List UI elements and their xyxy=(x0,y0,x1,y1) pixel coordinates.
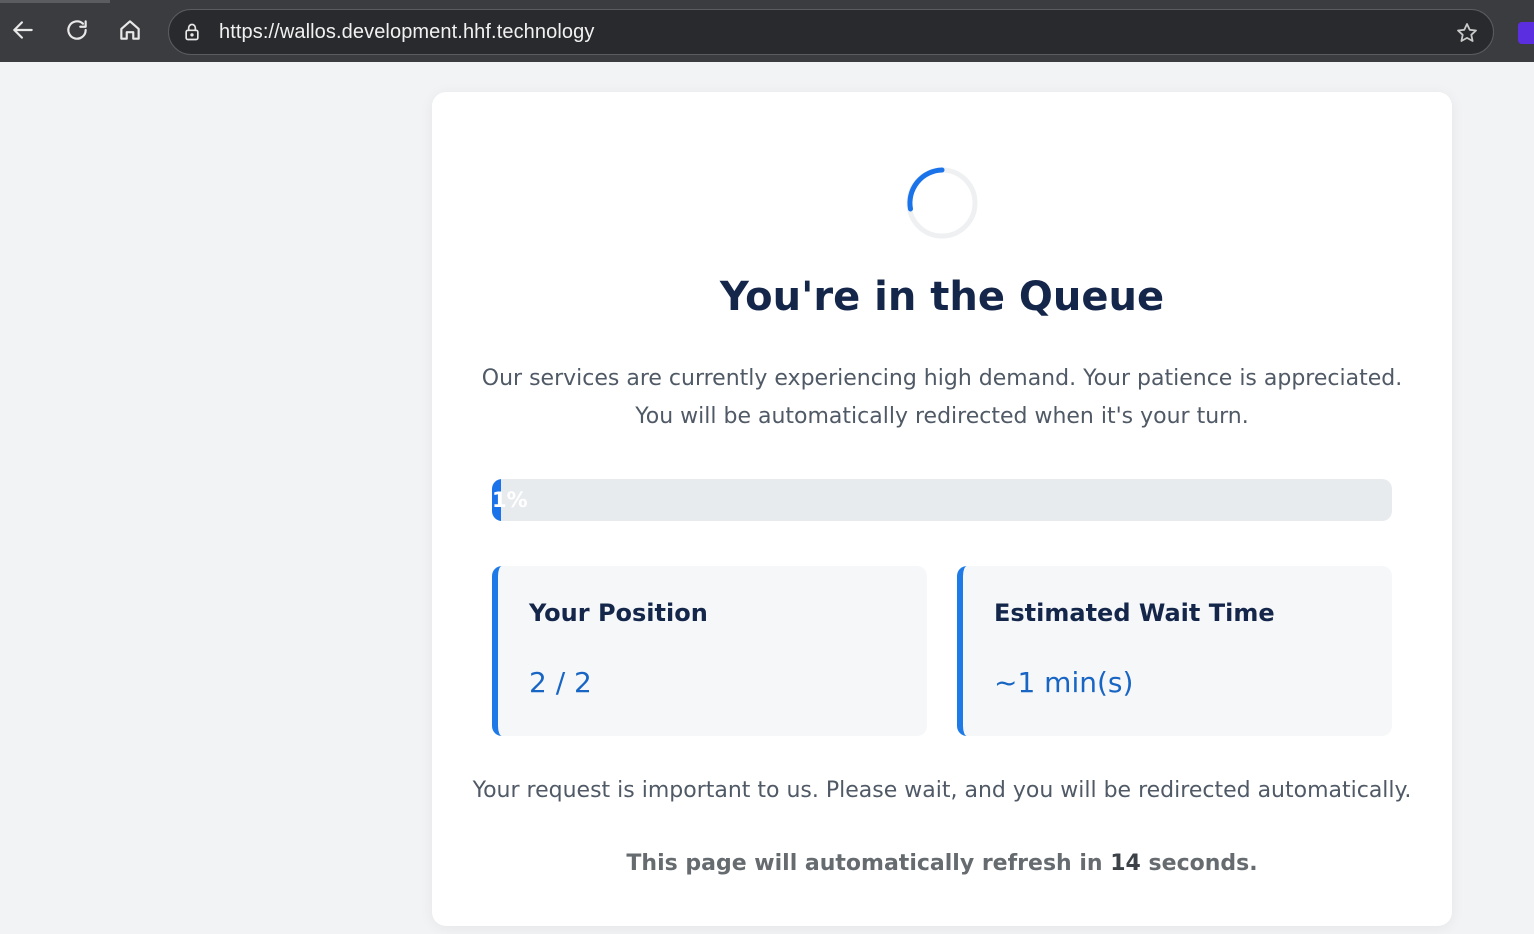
home-button[interactable] xyxy=(111,13,149,51)
queue-description: Our services are currently experiencing … xyxy=(472,360,1412,436)
home-icon xyxy=(117,17,143,47)
wait-time-card: Estimated Wait Time ~1 min(s) xyxy=(957,566,1392,736)
loading-spinner-icon xyxy=(906,167,978,239)
back-button[interactable] xyxy=(4,13,42,51)
queue-progress-bar: 1% xyxy=(492,479,1392,521)
wait-time-label: Estimated Wait Time xyxy=(994,599,1275,627)
position-value: 2 / 2 xyxy=(529,666,592,699)
reload-icon xyxy=(64,17,90,47)
queue-card: You're in the Queue Our services are cur… xyxy=(432,92,1452,926)
address-bar[interactable]: https://wallos.development.hhf.technolog… xyxy=(168,9,1494,55)
refresh-countdown: This page will automatically refresh in … xyxy=(432,851,1452,876)
refresh-seconds: 14 xyxy=(1110,851,1141,876)
lock-icon[interactable] xyxy=(179,19,205,45)
description-line-2: You will be automatically redirected whe… xyxy=(635,404,1249,429)
extension-icon[interactable] xyxy=(1518,22,1534,44)
refresh-prefix: This page will automatically refresh in xyxy=(626,851,1103,876)
browser-toolbar: https://wallos.development.hhf.technolog… xyxy=(0,0,1534,62)
refresh-suffix: seconds. xyxy=(1148,851,1258,876)
progress-label: 1% xyxy=(492,488,528,512)
star-icon[interactable] xyxy=(1455,21,1479,45)
reload-button[interactable] xyxy=(58,13,96,51)
wait-time-value: ~1 min(s) xyxy=(994,666,1134,699)
active-tab-indicator xyxy=(0,0,110,3)
position-label: Your Position xyxy=(529,599,708,627)
queue-note: Your request is important to us. Please … xyxy=(472,778,1412,803)
url-text[interactable]: https://wallos.development.hhf.technolog… xyxy=(219,21,594,44)
description-line-1: Our services are currently experiencing … xyxy=(481,366,1403,391)
page-title: You're in the Queue xyxy=(719,274,1165,320)
back-arrow-icon xyxy=(10,17,36,47)
position-card: Your Position 2 / 2 xyxy=(492,566,927,736)
